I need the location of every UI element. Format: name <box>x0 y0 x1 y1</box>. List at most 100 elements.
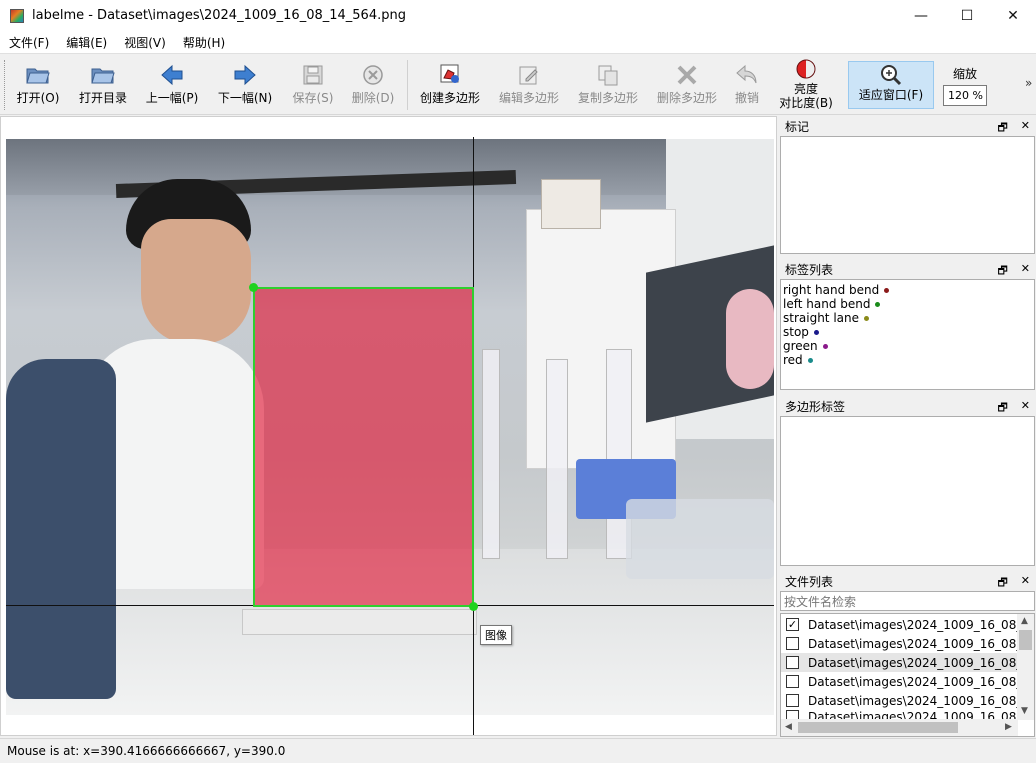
scroll-right-icon[interactable]: ▶ <box>1005 722 1012 732</box>
vertex-handle[interactable] <box>469 602 478 611</box>
undo-icon <box>735 58 759 86</box>
file-name: Dataset\images\2024_1009_16_08_18 <box>808 693 1018 708</box>
minimize-button[interactable]: — <box>898 0 944 31</box>
label-color-dot <box>807 358 813 363</box>
file-list-panel: 文件列表 🗗 ✕ 按文件名检索 ✓ Dataset\images\2024_100… <box>779 571 1036 737</box>
scroll-left-icon[interactable]: ◀ <box>785 722 792 732</box>
prev-image-button[interactable]: 上一幅(P) <box>143 58 201 112</box>
open-dir-button[interactable]: 打开目录 <box>76 58 130 112</box>
menu-file[interactable]: 文件(F) <box>0 34 57 51</box>
file-checkbox[interactable] <box>786 694 799 707</box>
edit-polygon-button[interactable]: 编辑多边形 <box>497 58 561 112</box>
label-item-name: right hand bend <box>783 283 880 297</box>
scroll-down-icon[interactable]: ▼ <box>1021 706 1028 716</box>
maximize-button[interactable]: ☐ <box>944 0 990 31</box>
file-checkbox[interactable] <box>786 656 799 669</box>
scroll-up-icon[interactable]: ▲ <box>1021 616 1028 626</box>
label-item[interactable]: stop <box>781 325 1034 339</box>
float-icon[interactable]: 🗗 <box>997 399 1007 418</box>
save-button[interactable]: 保存(S) <box>290 58 336 112</box>
vertex-handle[interactable] <box>249 283 258 292</box>
label-item[interactable]: green <box>781 339 1034 353</box>
file-list-title: 文件列表 <box>785 574 834 589</box>
desk-fan <box>726 289 774 389</box>
file-list-item[interactable]: Dataset\images\2024_1009_16_08_16 <box>781 672 1018 691</box>
label-list[interactable]: right hand bend left hand bend straight … <box>780 279 1035 390</box>
minimize-icon: — <box>914 7 928 24</box>
label-item[interactable]: straight lane <box>781 311 1034 325</box>
close-icon[interactable]: ✕ <box>1021 574 1030 593</box>
close-icon[interactable]: ✕ <box>1021 262 1030 281</box>
menu-view[interactable]: 视图(V) <box>115 34 174 51</box>
copy-icon <box>597 58 619 86</box>
create-polygon-label: 创建多边形 <box>419 91 480 105</box>
floppy-disk-icon <box>302 58 324 86</box>
close-window-button[interactable]: ✕ <box>990 0 1036 31</box>
file-list-item[interactable]: Dataset\images\2024_1009_16_08_18 <box>781 691 1018 710</box>
undo-button[interactable]: 撤销 <box>732 58 762 112</box>
label-item[interactable]: red <box>781 353 1034 367</box>
label-color-dot <box>813 330 819 335</box>
scrollbar-thumb[interactable] <box>1019 630 1032 650</box>
jacket-on-chair <box>6 359 116 699</box>
status-bar: Mouse is at: x=390.4166666666667, y=390.… <box>0 738 1036 763</box>
float-icon[interactable]: 🗗 <box>997 119 1007 138</box>
float-icon[interactable]: 🗗 <box>997 574 1007 593</box>
zoom-spinbox[interactable]: 120 % <box>943 85 987 106</box>
delete-polygon-label: 删除多边形 <box>656 91 717 105</box>
file-list[interactable]: ✓ Dataset\images\2024_1009_16_08_09 Datas… <box>780 613 1035 737</box>
close-icon[interactable]: ✕ <box>1021 119 1030 138</box>
label-item[interactable]: left hand bend <box>781 297 1034 311</box>
delete-polygon-button[interactable]: 删除多边形 <box>655 58 719 112</box>
file-name: Dataset\images\2024_1009_16_08_14 <box>808 655 1018 670</box>
close-icon[interactable]: ✕ <box>1021 399 1030 418</box>
file-checkbox[interactable] <box>786 675 799 688</box>
acrylic-stand <box>546 359 568 559</box>
file-name: Dataset\images\2024_1009_16_08_09 <box>808 617 1018 632</box>
file-list-item[interactable]: ✓ Dataset\images\2024_1009_16_08_09 <box>781 615 1018 634</box>
file-list-horizontal-scrollbar[interactable]: ◀ ▶ <box>781 719 1018 736</box>
file-list-item[interactable]: Dataset\images\2024_1009_16_08_11 <box>781 634 1018 653</box>
menu-edit[interactable]: 编辑(E) <box>57 34 115 51</box>
canvas[interactable]: 图像 <box>0 116 777 736</box>
next-image-button[interactable]: 下一幅(N) <box>216 58 274 112</box>
delete-file-label: 删除(D) <box>351 91 395 105</box>
float-icon[interactable]: 🗗 <box>997 262 1007 281</box>
delete-file-button[interactable]: 删除(D) <box>350 58 396 112</box>
annotation-rectangle[interactable] <box>253 287 474 607</box>
folder-icon <box>90 58 116 86</box>
open-button[interactable]: 打开(O) <box>14 58 62 112</box>
polygon-labels-header: 多边形标签 🗗 ✕ <box>779 396 1036 416</box>
open-dir-label: 打开目录 <box>78 91 127 105</box>
toolbar-overflow-icon[interactable]: » <box>1025 76 1032 90</box>
fit-window-button[interactable]: 适应窗口(F) <box>848 61 934 109</box>
file-checkbox[interactable]: ✓ <box>786 618 799 631</box>
labelme-app-icon <box>10 8 24 23</box>
file-list-header: 文件列表 🗗 ✕ <box>779 571 1036 591</box>
label-color-dot <box>875 302 881 307</box>
acrylic-stand <box>482 349 500 559</box>
zoom-label: 缩放 <box>952 67 977 81</box>
file-checkbox[interactable] <box>786 637 799 650</box>
flags-panel-header: 标记 🗗 ✕ <box>779 116 1036 136</box>
scrollbar-thumb[interactable] <box>798 722 958 733</box>
file-list-vertical-scrollbar[interactable]: ▲ ▼ <box>1017 614 1034 720</box>
brightness-icon <box>794 56 818 80</box>
save-label: 保存(S) <box>292 91 334 105</box>
tooltip: 图像 <box>480 625 512 645</box>
create-polygon-button[interactable]: 创建多边形 <box>418 58 482 112</box>
window-controls: — ☐ ✕ <box>898 0 1036 31</box>
file-search-input[interactable]: 按文件名检索 <box>780 591 1035 611</box>
brightness-contrast-button[interactable]: 亮度 对比度(B) <box>777 56 835 110</box>
file-list-item[interactable]: Dataset\images\2024_1009_16_08_14 <box>781 653 1018 672</box>
toolbar-grip[interactable] <box>4 60 8 110</box>
label-list-title: 标签列表 <box>785 262 834 277</box>
flags-list[interactable] <box>780 136 1035 254</box>
label-item[interactable]: right hand bend <box>781 283 1034 297</box>
polygon-labels-list[interactable] <box>780 416 1035 566</box>
copy-polygon-label: 复制多边形 <box>577 91 638 105</box>
label-list-panel: 标签列表 🗗 ✕ right hand bend left hand bend … <box>779 259 1036 390</box>
menu-help[interactable]: 帮助(H) <box>174 34 233 51</box>
copy-polygon-button[interactable]: 复制多边形 <box>576 58 640 112</box>
toolbar-separator <box>407 60 408 110</box>
